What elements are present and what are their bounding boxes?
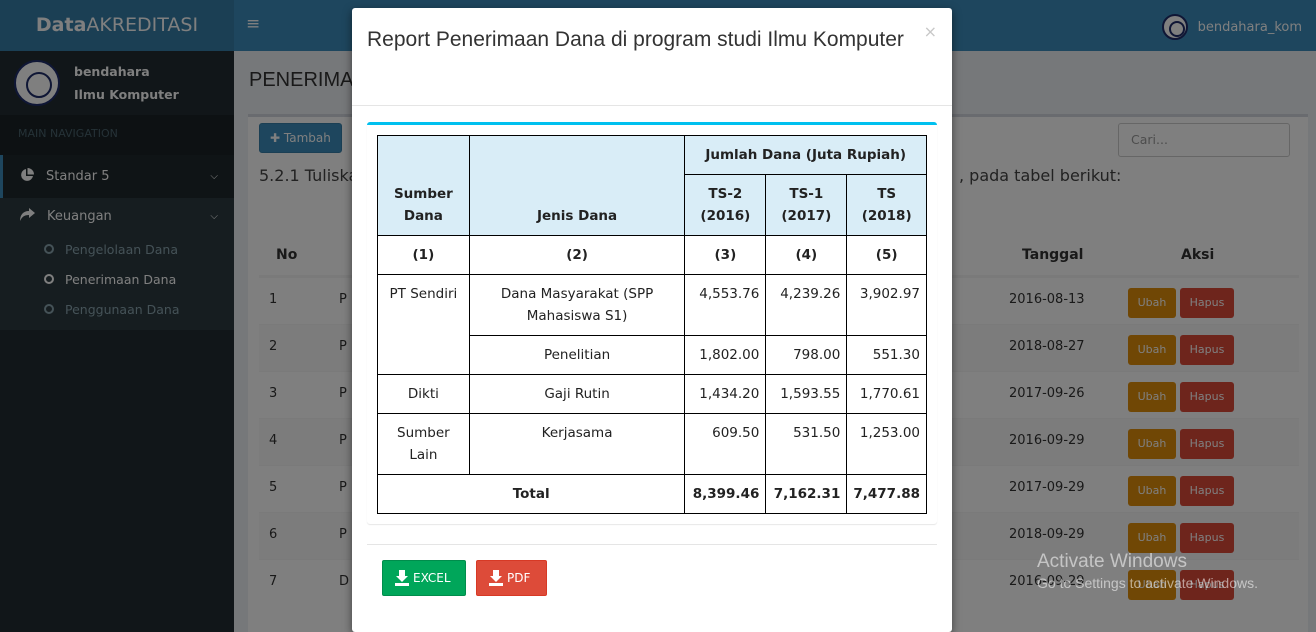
header-ts2-label: TS-2 <box>708 186 743 202</box>
header-ts2-year: (2016) <box>700 208 751 224</box>
index-cell: (4) <box>765 235 848 275</box>
cell-ts2: 1,802.00 <box>684 335 767 375</box>
index-cell: (1) <box>377 235 470 275</box>
cell-jenis: Gaji Rutin <box>468 374 686 414</box>
header-jenis-dana: Jenis Dana <box>468 135 686 236</box>
header-sumber-dana: Sumber Dana <box>377 135 470 236</box>
index-cell: (5) <box>846 235 927 275</box>
cell-ts: 1,770.61 <box>846 374 927 414</box>
close-icon[interactable]: × <box>924 22 937 41</box>
export-pdf-label: PDF <box>507 571 531 585</box>
cell-jenis: Kerjasama <box>468 413 686 475</box>
total-ts2: 8,399.46 <box>684 474 767 514</box>
report-modal: Report Penerimaan Dana di program studi … <box>352 8 952 632</box>
header-ts2: TS-2 (2016) <box>684 174 767 236</box>
total-row: Total 8,399.46 7,162.31 7,477.88 <box>376 474 927 514</box>
modal-body: Sumber Dana Jenis Dana Jumlah Dana (Juta… <box>367 122 937 524</box>
windows-activation-watermark: Activate Windows Go to Settings to activ… <box>1037 551 1258 591</box>
cell-ts: 3,902.97 <box>846 274 927 336</box>
header-ts-label: TS <box>877 186 897 202</box>
report-box: Sumber Dana Jenis Dana Jumlah Dana (Juta… <box>367 122 937 524</box>
cell-ts: 551.30 <box>846 335 927 375</box>
cell-sumber: PT Sendiri <box>377 274 470 375</box>
cell-sumber: Dikti <box>377 374 470 414</box>
download-icon <box>395 570 409 586</box>
modal-footer: EXCEL PDF <box>367 544 937 596</box>
table-row: Sumber Lain Kerjasama 609.50 531.50 1,25… <box>377 413 927 475</box>
table-row: Dikti Gaji Rutin 1,434.20 1,593.55 1,770… <box>377 374 927 414</box>
cell-ts1: 1,593.55 <box>765 374 848 414</box>
cell-ts1: 798.00 <box>765 335 848 375</box>
header-ts1-label: TS-1 <box>789 186 824 202</box>
cell-sumber: Sumber Lain <box>377 413 470 475</box>
header-ts: TS (2018) <box>846 174 927 236</box>
index-cell: (2) <box>468 235 686 275</box>
cell-jenis: Dana Masyarakat (SPP Mahasiswa S1) <box>468 274 686 336</box>
table-row: PT Sendiri Dana Masyarakat (SPP Mahasisw… <box>377 274 927 375</box>
cell-ts2: 609.50 <box>684 413 767 475</box>
export-pdf-button[interactable]: PDF <box>476 560 547 596</box>
header-ts1-year: (2017) <box>781 208 832 224</box>
cell-ts1: 4,239.26 <box>765 274 848 336</box>
cell-ts2: 1,434.20 <box>684 374 767 414</box>
header-ts-year: (2018) <box>861 208 912 224</box>
modal-header: Report Penerimaan Dana di program studi … <box>352 8 952 106</box>
header-jumlah-dana: Jumlah Dana (Juta Rupiah) <box>684 135 927 175</box>
export-excel-button[interactable]: EXCEL <box>382 560 466 596</box>
total-ts: 7,477.88 <box>846 474 927 514</box>
cell-ts1: 531.50 <box>765 413 848 475</box>
modal-title: Report Penerimaan Dana di program studi … <box>367 28 904 51</box>
cell-jenis: Penelitian <box>468 335 686 375</box>
index-row: (1) (2) (3) (4) (5) <box>377 235 927 275</box>
watermark-title: Activate Windows <box>1037 551 1187 572</box>
header-ts1: TS-1 (2017) <box>765 174 848 236</box>
watermark-subtitle: Go to Settings to activate Windows. <box>1037 575 1258 591</box>
index-cell: (3) <box>684 235 767 275</box>
report-table: Sumber Dana Jenis Dana Jumlah Dana (Juta… <box>376 135 927 514</box>
cell-ts2: 4,553.76 <box>684 274 767 336</box>
download-icon <box>489 570 503 586</box>
total-label: Total <box>376 474 686 514</box>
cell-ts: 1,253.00 <box>846 413 927 475</box>
export-excel-label: EXCEL <box>413 571 451 585</box>
total-ts1: 7,162.31 <box>765 474 848 514</box>
